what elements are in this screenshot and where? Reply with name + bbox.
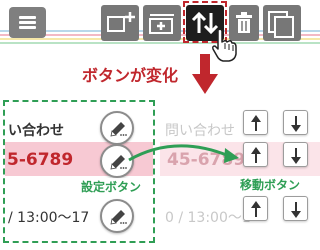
toolbar [0,0,320,62]
pencil-icon [110,210,127,225]
move-down-button[interactable] [283,196,308,221]
hamburger-icon-bar [19,26,36,29]
arrow-up-icon [251,201,261,217]
row-label-inquiry: い合わせ [8,123,64,139]
settings-button[interactable] [100,199,134,233]
move-up-button[interactable] [243,142,268,167]
add-item-button[interactable] [101,5,139,41]
hamburger-icon-bar [19,21,36,24]
move-caption: 移動ボタン [238,176,303,193]
move-down-button[interactable] [283,110,308,135]
change-caption: ボタンが変化 [82,66,179,85]
row-phone: 5-6789 [7,150,74,170]
add-row-icon [107,12,135,32]
insert-row-icon [149,14,174,34]
row-hours: / 13:00〜17 [8,210,90,226]
copy-icon [268,11,294,38]
arrow-down-icon [291,202,301,218]
move-up-button[interactable] [243,196,268,221]
move-down-button[interactable] [283,142,308,167]
down-arrow-icon [192,54,218,94]
pencil-icon [110,122,127,137]
arrow-up-icon [251,115,261,131]
settings-mode-panel: い合わせ 5-6789 / 13:00〜17 [3,100,155,243]
menu-button[interactable] [9,7,46,38]
arrow-down-icon [291,116,301,132]
curved-arrow-icon [128,144,239,163]
row-hours: 0 / 13:00〜1 [165,210,251,226]
insert-item-button[interactable] [143,5,181,41]
row-label-inquiry: 問い合わせ [165,123,235,139]
arrow-down-icon [291,148,301,164]
settings-caption: 設定ボタン [79,178,144,195]
move-up-button[interactable] [243,110,268,135]
arrow-up-icon [251,147,261,163]
copy-button[interactable] [263,5,301,41]
hamburger-icon [19,16,36,19]
